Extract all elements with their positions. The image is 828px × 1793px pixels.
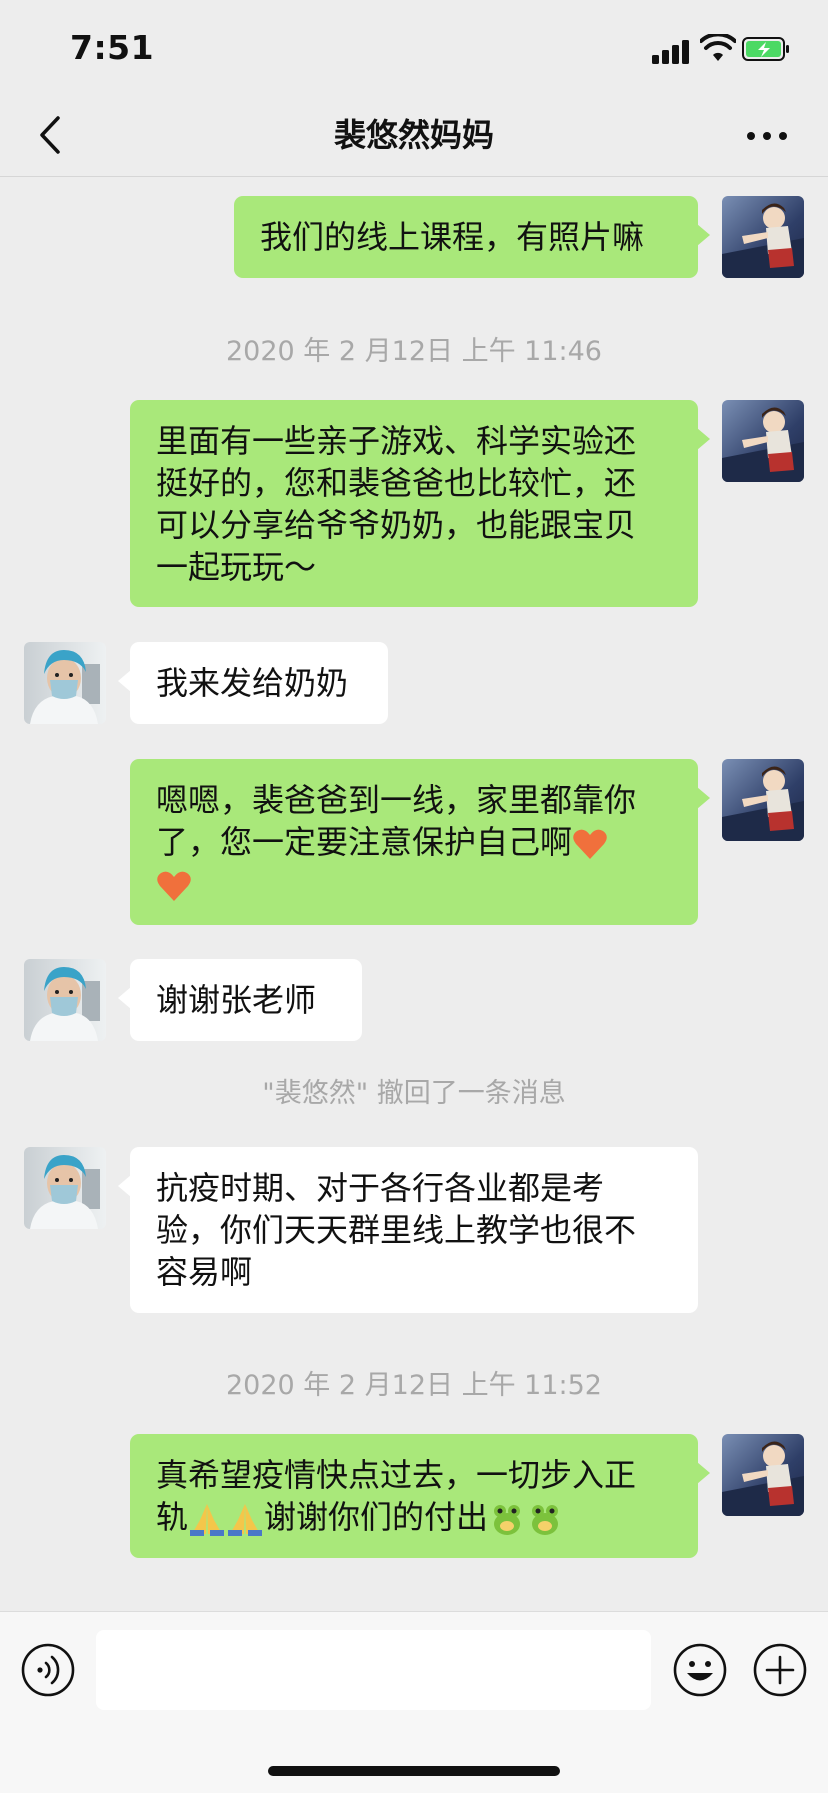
chat-title: 裴悠然妈妈 [333, 116, 494, 154]
frog-icon [532, 1505, 559, 1535]
my-avatar[interactable] [722, 196, 804, 278]
contact-avatar[interactable] [24, 642, 106, 724]
message-bubble[interactable]: 谢谢张老师 [118, 959, 362, 1041]
message-line: 里面有一些亲子游戏、科学实验还 [156, 422, 637, 460]
home-indicator[interactable] [268, 1766, 560, 1776]
battery-charging-icon [742, 37, 789, 61]
message-text: 我来发给奶奶 [156, 664, 349, 702]
pray-icon [190, 1504, 225, 1536]
message-bubble[interactable]: 我来发给奶奶 [118, 642, 388, 724]
timestamp: 2020 年 2 月12日 上午 11:46 [226, 336, 602, 367]
system-notice: "裴悠然" 撤回了一条消息 [262, 1078, 566, 1109]
contact-avatar[interactable] [24, 959, 106, 1041]
message-line: 嗯嗯，裴爸爸到一线，家里都靠你 [156, 781, 637, 819]
status-time: 7:51 [70, 28, 155, 67]
chat-message-list[interactable]: 我们的线上课程，有照片嘛 2020 年 2 月12日 上午 11:46 里面有一… [0, 177, 828, 1611]
my-avatar[interactable] [722, 759, 804, 841]
message-line: 真希望疫情快点过去，一切步入正 [156, 1456, 637, 1494]
emoji-icon[interactable] [672, 1642, 728, 1698]
chat-header: 裴悠然妈妈 [0, 100, 828, 177]
message-line: 挺好的，您和裴爸爸也比较忙，还 [156, 464, 637, 502]
message-line: 抗疫时期、对于各行各业都是考 [156, 1169, 605, 1207]
signal-icon [652, 38, 692, 64]
message-line: 轨 谢谢你们的付出 [156, 1496, 672, 1538]
my-avatar[interactable] [722, 1434, 804, 1516]
message-text: 谢谢张老师 [156, 981, 317, 1019]
frog-icon [494, 1505, 521, 1535]
message-bubble[interactable]: 真希望疫情快点过去，一切步入正 轨 谢谢你们的付出 [130, 1434, 710, 1558]
my-avatar[interactable] [722, 400, 804, 482]
add-attachment-icon[interactable] [752, 1642, 808, 1698]
wifi-icon [700, 34, 736, 61]
message-line: 可以分享给爷爷奶奶，也能跟宝贝 [156, 506, 637, 544]
message-bubble[interactable]: 嗯嗯，裴爸爸到一线，家里都靠你 了，您一定要注意保护自己啊 [130, 759, 710, 925]
voice-input-icon[interactable] [20, 1642, 76, 1698]
message-text: 我们的线上课程，有照片嘛 [260, 218, 645, 256]
pray-icon [228, 1504, 263, 1536]
message-line [156, 863, 672, 905]
input-bar [0, 1611, 828, 1793]
heart-icon [573, 829, 607, 859]
status-bar: 7:51 [0, 0, 828, 100]
timestamp: 2020 年 2 月12日 上午 11:52 [226, 1370, 602, 1401]
message-bubble[interactable]: 里面有一些亲子游戏、科学实验还 挺好的，您和裴爸爸也比较忙，还 可以分享给爷爷奶… [130, 400, 710, 607]
message-line: 一起玩玩～ [156, 548, 317, 586]
more-options-icon[interactable] [742, 116, 792, 156]
message-line: 了，您一定要注意保护自己啊 [156, 821, 672, 863]
message-line-text: 轨 [156, 1498, 189, 1536]
message-bubble[interactable]: 抗疫时期、对于各行各业都是考 验，你们天天群里线上教学也很不 容易啊 [118, 1147, 698, 1313]
message-line-text: 了，您一定要注意保护自己啊 [156, 823, 573, 861]
message-bubble[interactable]: 我们的线上课程，有照片嘛 [234, 196, 710, 278]
message-line-text: 谢谢你们的付出 [264, 1498, 489, 1536]
heart-icon [157, 871, 191, 901]
message-line: 容易啊 [156, 1253, 253, 1291]
contact-avatar[interactable] [24, 1147, 106, 1229]
message-input[interactable] [96, 1630, 651, 1710]
message-line: 验，你们天天群里线上教学也很不 [156, 1211, 637, 1249]
